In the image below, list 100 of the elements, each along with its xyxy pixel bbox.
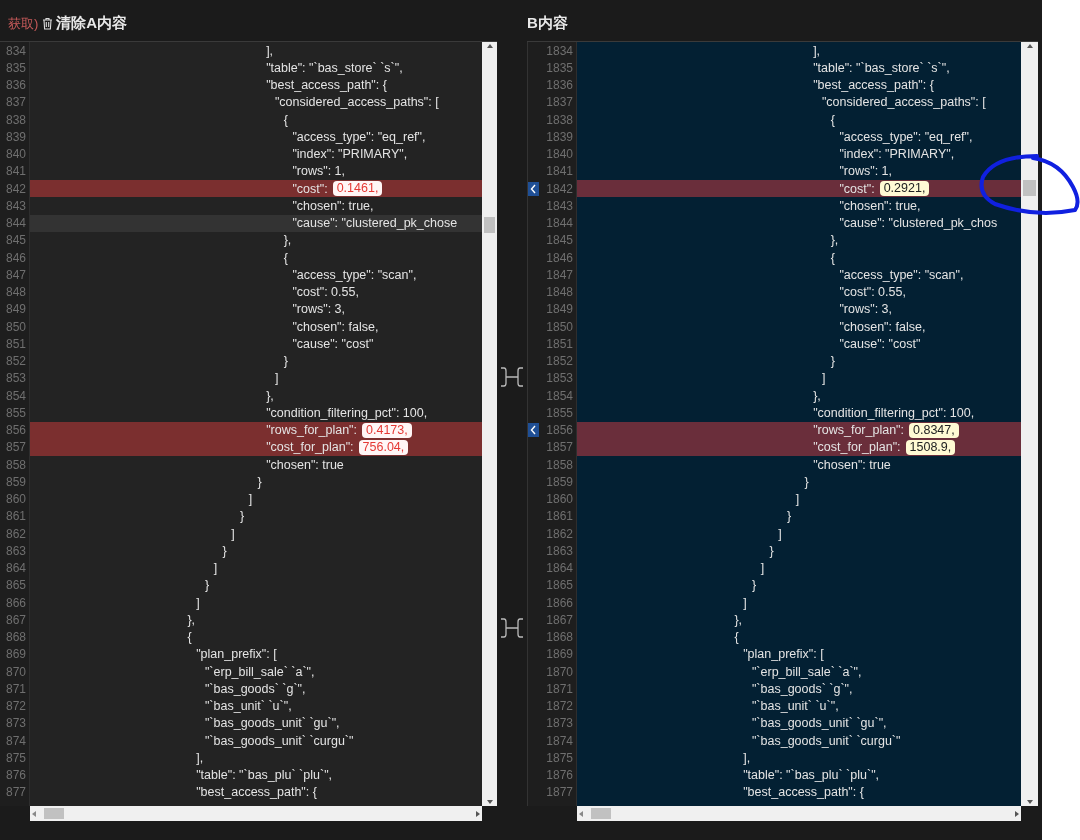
code-text: "condition_filtering_pct": 100,	[266, 405, 428, 420]
diff-value: 0.2921,	[879, 181, 930, 197]
code-text: "best_access_path": {	[813, 78, 934, 93]
line-number: 855	[5, 405, 27, 420]
code-text: },	[266, 388, 274, 403]
scroll-thumb[interactable]	[591, 808, 611, 819]
code-text: }	[222, 543, 227, 558]
code-text: "`bas_unit` `u`",	[204, 699, 292, 714]
code-text: {	[283, 250, 288, 265]
code-text: "cause": "clustered_pk_chose	[292, 216, 458, 231]
line-number: 873	[5, 716, 27, 731]
left-arrow-icon[interactable]	[577, 809, 585, 818]
down-arrow-icon[interactable]	[485, 798, 494, 806]
code-text: ]	[795, 492, 800, 507]
line-number: 1857	[546, 440, 574, 455]
line-number: 846	[5, 250, 27, 265]
code-text: "cost_for_plan":	[266, 440, 354, 455]
code-text: {	[734, 630, 739, 645]
up-arrow-icon[interactable]	[485, 42, 494, 50]
code-text: {	[283, 112, 288, 127]
line-number: 1868	[546, 630, 574, 645]
code-text: "access_type": "scan",	[292, 267, 417, 282]
pane-title: B内容	[527, 14, 568, 33]
line-number: 861	[5, 509, 27, 524]
code-text: "access_type": "eq_ref",	[839, 129, 973, 144]
down-arrow-icon[interactable]	[1025, 798, 1034, 806]
line-number: 1871	[546, 681, 574, 696]
trash-icon	[42, 17, 54, 30]
line-number: 853	[5, 371, 27, 386]
code-text: "cause": "clustered_pk_chos	[839, 216, 998, 231]
line-number: 1846	[546, 250, 574, 265]
code-text: "access_type": "scan",	[839, 267, 964, 282]
left-arrow-icon[interactable]	[30, 809, 38, 818]
code-text: ],	[266, 43, 274, 58]
code-text: "chosen": false,	[292, 319, 379, 334]
code-text: },	[187, 612, 196, 627]
line-number: 874	[5, 733, 27, 748]
scroll-thumb[interactable]	[484, 217, 495, 233]
line-number: 849	[5, 302, 27, 317]
code-text: "`erp_bill_sale` `a`",	[751, 664, 862, 679]
code-text: }	[239, 509, 245, 524]
line-number: 1875	[546, 750, 574, 765]
chevron-left-icon[interactable]	[528, 181, 539, 196]
code-text: "rows": 3,	[292, 302, 345, 317]
right-arrow-icon[interactable]	[474, 809, 482, 818]
code-text: {	[830, 112, 835, 127]
code-text: }	[751, 578, 757, 593]
chevron-left-icon[interactable]	[528, 423, 539, 438]
vertical-scrollbar[interactable]	[482, 42, 497, 806]
scroll-thumb[interactable]	[1023, 180, 1036, 196]
code-text: }	[204, 578, 210, 593]
diff-value: 1508.9,	[905, 439, 956, 455]
code-text: "best_access_path": {	[743, 785, 864, 800]
code-text: "best_access_path": {	[196, 785, 317, 800]
code-text: "cost_for_plan":	[813, 440, 901, 455]
code-text: {	[187, 630, 192, 645]
line-number: 872	[5, 699, 27, 714]
line-number: 859	[5, 474, 27, 489]
line-number: 834	[5, 43, 27, 58]
line-number: 845	[5, 233, 27, 248]
scroll-thumb[interactable]	[44, 808, 64, 819]
line-number: 870	[5, 664, 27, 679]
code-text: "cause": "cost"	[839, 336, 921, 351]
line-number: 1854	[546, 388, 574, 403]
diff-value: 0.1461,	[332, 181, 383, 197]
code-text: ],	[813, 43, 821, 58]
vertical-scrollbar[interactable]	[1021, 42, 1038, 806]
code-text: }	[769, 543, 774, 558]
line-number: 854	[5, 388, 27, 403]
code-text: ]	[231, 526, 235, 541]
line-number: 865	[5, 578, 27, 593]
code-text: }	[257, 474, 262, 489]
up-arrow-icon[interactable]	[1025, 42, 1034, 50]
horizontal-scrollbar[interactable]	[577, 806, 1021, 821]
diff-connector-icon[interactable]	[499, 616, 525, 639]
line-number: 1845	[546, 233, 574, 248]
line-number: 875	[5, 750, 27, 765]
line-number: 1867	[546, 612, 574, 627]
code-text: "index": "PRIMARY",	[839, 147, 955, 162]
line-number: 1841	[546, 164, 574, 179]
diff-connector-icon[interactable]	[499, 366, 525, 389]
right-arrow-icon[interactable]	[1013, 809, 1021, 818]
line-number: 848	[5, 285, 27, 300]
clear-button[interactable]: 清除A内容	[42, 14, 128, 33]
horizontal-scrollbar[interactable]	[30, 806, 482, 821]
line-number: 1876	[546, 768, 574, 783]
line-number: 1848	[546, 285, 574, 300]
line-number: 1861	[546, 509, 574, 524]
code-text: "cost":	[292, 181, 328, 196]
code-text: },	[813, 388, 821, 403]
line-number: 1858	[546, 457, 574, 472]
code-text: "plan_prefix": [	[743, 647, 824, 662]
line-number: 1834	[546, 43, 574, 58]
line-number: 866	[5, 595, 27, 610]
line-number: 1835	[546, 60, 574, 75]
code-text: }	[283, 354, 288, 369]
fetch-note: 获取)	[8, 14, 39, 33]
code-text: "chosen": false,	[839, 319, 926, 334]
line-number: 842	[5, 181, 27, 196]
line-number: 862	[5, 526, 27, 541]
